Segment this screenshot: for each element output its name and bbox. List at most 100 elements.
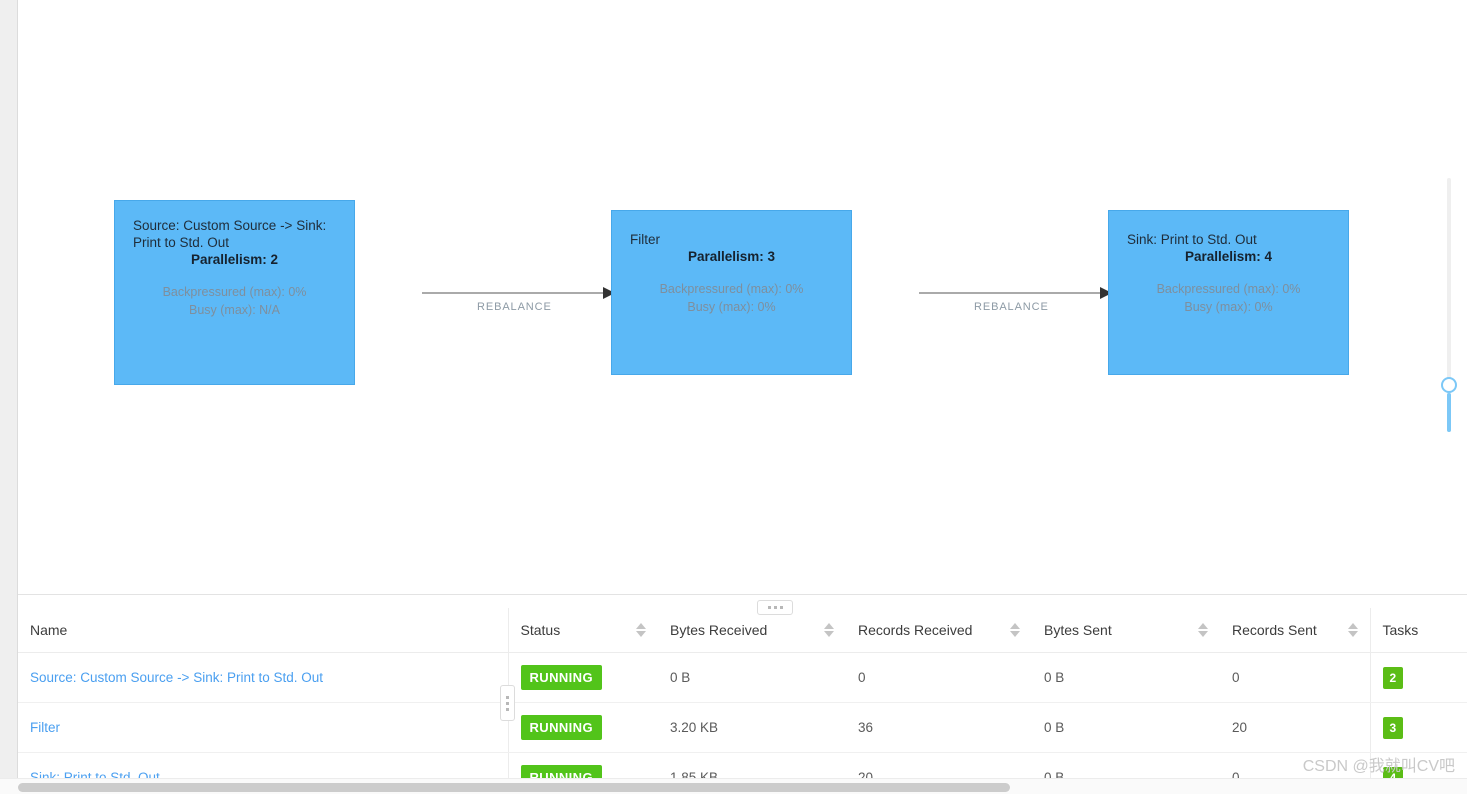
column-header-records-received[interactable]: Records Received xyxy=(846,608,1032,653)
cell-records-sent: 0 xyxy=(1220,752,1370,778)
sort-icon[interactable] xyxy=(824,623,834,637)
graph-node-metrics: Backpressured (max): 0% Busy (max): 0% xyxy=(630,280,833,316)
column-header-label: Name xyxy=(30,622,68,638)
cell-status: RUNNING xyxy=(507,702,658,753)
cell-bytes-received: 3.20 KB xyxy=(658,702,846,753)
table-body: Source: Custom Source -> Sink: Print to … xyxy=(18,652,1467,778)
column-header-records-sent[interactable]: Records Sent xyxy=(1220,608,1370,653)
status-badge: RUNNING xyxy=(520,665,602,690)
dot-icon xyxy=(767,606,771,609)
tasks-badge: 4 xyxy=(1382,766,1404,778)
zoom-slider[interactable] xyxy=(1437,178,1459,432)
edge-label-2: REBALANCE xyxy=(974,301,1049,313)
column-header-label: Bytes Received xyxy=(670,622,768,638)
cell-records-received: 0 xyxy=(846,652,1032,703)
table-row[interactable]: Sink: Print to Std. Out RUNNING 1.85 KB … xyxy=(18,752,1467,778)
graph-node-metrics: Backpressured (max): 0% Busy (max): 0% xyxy=(1127,280,1330,316)
sort-asc-icon xyxy=(1198,623,1208,629)
status-badge: RUNNING xyxy=(520,715,602,740)
graph-node-metrics: Backpressured (max): 0% Busy (max): N/A xyxy=(133,283,336,319)
vertex-name-link[interactable]: Filter xyxy=(30,720,60,735)
sort-desc-icon xyxy=(1198,631,1208,637)
graph-node-filter[interactable]: Filter Parallelism: 3 Backpressured (max… xyxy=(611,210,852,375)
cell-bytes-received: 1.85 KB xyxy=(658,752,846,778)
column-header-bytes-sent[interactable]: Bytes Sent xyxy=(1032,608,1220,653)
cell-records-sent: 0 xyxy=(1220,652,1370,703)
graph-node-busy: Busy (max): 0% xyxy=(1184,300,1273,314)
graph-node-title: Source: Custom Source -> Sink: Print to … xyxy=(133,218,327,250)
sort-icon[interactable] xyxy=(1347,623,1358,637)
zoom-slider-handle[interactable] xyxy=(1441,377,1457,393)
left-gutter xyxy=(0,0,18,794)
subtasks-table-container[interactable]: Name Status Bytes Received Records Recei… xyxy=(18,608,1467,778)
vertex-name-link[interactable]: Source: Custom Source -> Sink: Print to … xyxy=(30,670,323,685)
cell-name: Filter xyxy=(18,702,508,753)
table-header: Name Status Bytes Received Records Recei… xyxy=(18,608,1467,653)
sort-asc-icon xyxy=(636,623,646,629)
horizontal-scrollbar-track[interactable] xyxy=(0,778,1467,794)
cell-name: Sink: Print to Std. Out xyxy=(18,752,508,778)
sort-asc-icon xyxy=(824,623,834,629)
cell-status: RUNNING xyxy=(507,752,658,778)
graph-node-busy: Busy (max): N/A xyxy=(189,303,280,317)
sort-icon[interactable] xyxy=(1198,623,1208,637)
column-header-name[interactable]: Name xyxy=(18,608,508,653)
horizontal-scrollbar-thumb[interactable] xyxy=(18,783,1010,792)
sort-desc-icon xyxy=(636,631,646,637)
sort-desc-icon xyxy=(1010,631,1020,637)
cell-records-received: 36 xyxy=(846,702,1032,753)
table-row[interactable]: Filter RUNNING 3.20 KB 36 0 B 20 3 xyxy=(18,702,1467,753)
sort-asc-icon xyxy=(1347,623,1358,629)
panel-divider xyxy=(18,594,1467,595)
cell-tasks: 4 xyxy=(1369,752,1467,778)
cell-status: RUNNING xyxy=(507,652,658,703)
column-header-label: Records Received xyxy=(858,622,973,638)
cell-name: Source: Custom Source -> Sink: Print to … xyxy=(18,652,508,703)
cell-bytes-sent: 0 B xyxy=(1032,752,1220,778)
cell-tasks: 3 xyxy=(1369,702,1467,753)
sort-desc-icon xyxy=(1347,631,1358,637)
edge-label-1: REBALANCE xyxy=(477,301,552,313)
dot-icon xyxy=(506,701,509,705)
sort-icon[interactable] xyxy=(1010,623,1020,637)
dot-icon xyxy=(506,695,509,699)
zoom-slider-fill xyxy=(1447,393,1451,432)
cell-records-received: 20 xyxy=(846,752,1032,778)
column-header-label: Tasks xyxy=(1382,622,1419,638)
dot-icon xyxy=(779,606,783,609)
cell-bytes-sent: 0 B xyxy=(1032,702,1220,753)
graph-node-sink[interactable]: Sink: Print to Std. Out Parallelism: 4 B… xyxy=(1108,210,1349,375)
subtasks-table: Name Status Bytes Received Records Recei… xyxy=(18,608,1467,778)
cell-bytes-received: 0 B xyxy=(658,652,846,703)
vertex-name-link[interactable]: Sink: Print to Std. Out xyxy=(30,770,160,778)
table-row[interactable]: Source: Custom Source -> Sink: Print to … xyxy=(18,652,1467,703)
graph-node-title: Filter xyxy=(630,232,660,247)
sort-asc-icon xyxy=(1010,623,1020,629)
column-header-tasks[interactable]: Tasks xyxy=(1369,608,1467,653)
cell-tasks: 2 xyxy=(1369,652,1467,703)
column-header-label: Bytes Sent xyxy=(1044,622,1112,638)
dot-icon xyxy=(506,707,509,711)
graph-node-parallelism: Parallelism: 2 xyxy=(190,252,279,267)
horizontal-resize-handle[interactable] xyxy=(757,600,793,615)
cell-records-sent: 20 xyxy=(1220,702,1370,753)
graph-node-backpressured: Backpressured (max): 0% xyxy=(162,285,307,299)
tasks-badge: 3 xyxy=(1382,716,1404,739)
cell-bytes-sent: 0 B xyxy=(1032,652,1220,703)
flink-job-graph-page: REBALANCE REBALANCE Source: Custom Sourc… xyxy=(0,0,1467,794)
sort-desc-icon xyxy=(824,631,834,637)
column-header-status[interactable]: Status xyxy=(507,608,658,653)
vertical-resize-handle[interactable] xyxy=(500,685,515,721)
graph-node-backpressured: Backpressured (max): 0% xyxy=(659,282,804,296)
sort-icon[interactable] xyxy=(636,623,646,637)
column-header-bytes-received[interactable]: Bytes Received xyxy=(658,608,846,653)
job-graph-canvas[interactable]: REBALANCE REBALANCE Source: Custom Sourc… xyxy=(18,0,1467,595)
graph-node-parallelism: Parallelism: 4 xyxy=(1184,249,1273,264)
graph-node-busy: Busy (max): 0% xyxy=(687,300,776,314)
graph-node-source[interactable]: Source: Custom Source -> Sink: Print to … xyxy=(114,200,355,385)
column-header-label: Status xyxy=(520,622,561,638)
graph-node-parallelism: Parallelism: 3 xyxy=(687,249,776,264)
status-badge: RUNNING xyxy=(520,765,602,778)
table-header-row: Name Status Bytes Received Records Recei… xyxy=(18,608,1467,653)
graph-node-backpressured: Backpressured (max): 0% xyxy=(1156,282,1301,296)
